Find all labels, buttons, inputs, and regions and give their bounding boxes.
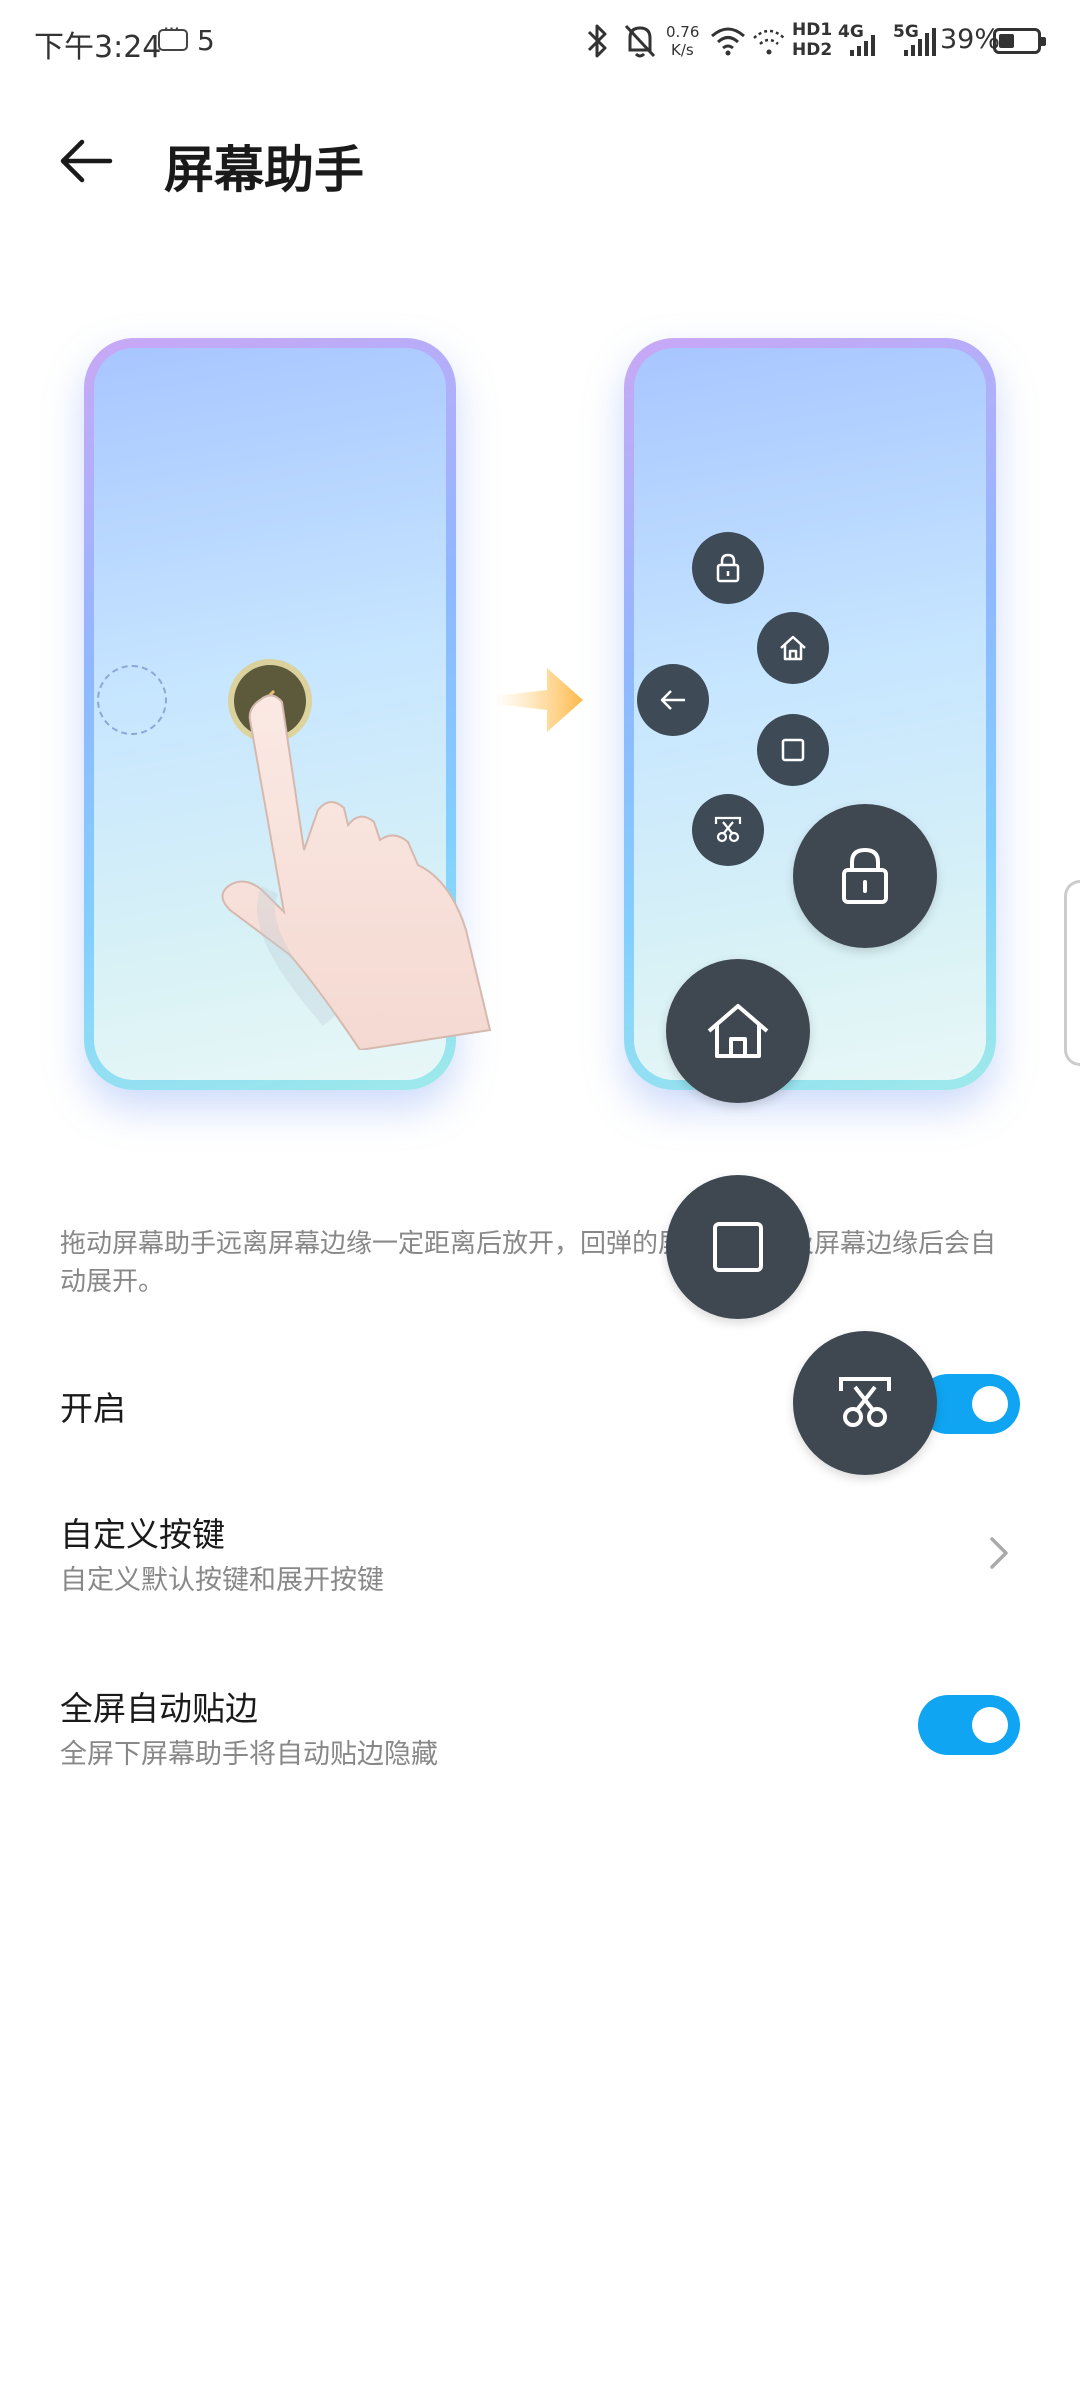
recents-icon — [781, 738, 805, 762]
dashed-circle-target — [97, 665, 167, 735]
floating-screenshot-button[interactable] — [793, 1331, 937, 1475]
illustration — [0, 320, 1080, 1120]
net-speed-value: 0.76 — [666, 23, 700, 41]
net-speed-unit: K/s — [671, 41, 694, 59]
back-arrow-icon — [60, 139, 113, 183]
hd2-label: HD2 — [792, 40, 833, 60]
home-icon — [780, 635, 806, 661]
auto-edge-toggle[interactable] — [918, 1695, 1020, 1755]
setting-row-custom-keys[interactable]: 自定义按键 自定义默认按键和展开按键 — [0, 1480, 1080, 1630]
battery-icon — [993, 28, 1046, 54]
battery-percent: 39% — [940, 24, 1001, 55]
recents-icon — [713, 1222, 763, 1272]
assistant-edge-handle[interactable] — [1064, 880, 1080, 1066]
signal-1-icon — [850, 35, 875, 56]
back-button[interactable] — [56, 136, 136, 200]
wifi6-icon — [753, 29, 785, 55]
floating-recents-button[interactable] — [666, 1175, 810, 1319]
signal-2-icon — [904, 28, 936, 56]
mini-home — [757, 612, 829, 684]
bluetooth-icon — [587, 24, 607, 58]
mini-recents — [757, 714, 829, 786]
status-time: 下午3:24 — [34, 30, 162, 65]
screenshot-icon — [839, 1377, 891, 1427]
custom-keys-label: 自定义按键 — [60, 1515, 225, 1554]
hd1-label: HD1 — [792, 20, 833, 40]
lock-icon — [842, 847, 888, 904]
page-title: 屏幕助手 — [164, 141, 364, 199]
enable-label: 开启 — [60, 1389, 126, 1428]
floating-lock-button[interactable] — [793, 804, 937, 948]
screenshot-icon — [714, 816, 742, 843]
mute-bell-icon — [624, 24, 656, 58]
feature-description: 拖动屏幕助手远离屏幕边缘一定距离后放开，回弹的屏幕助手触及屏幕边缘后会自动展开。 — [60, 1229, 997, 1297]
wifi-icon — [711, 27, 745, 56]
lock-icon — [716, 553, 740, 583]
status-bar: 下午3:24 5 0.76 K/s HD1 HD2 4G 5G 39% — [0, 0, 1080, 84]
auto-edge-sublabel: 全屏下屏幕助手将自动贴边隐藏 — [60, 1739, 438, 1770]
floating-home-button[interactable] — [666, 959, 810, 1103]
hand-illustration — [221, 694, 492, 1050]
mini-back — [637, 664, 709, 736]
transition-arrow-icon — [495, 668, 583, 732]
back-icon — [660, 690, 685, 710]
custom-keys-sublabel: 自定义默认按键和展开按键 — [60, 1565, 384, 1596]
auto-edge-label: 全屏自动贴边 — [60, 1689, 258, 1728]
message-icon — [158, 17, 188, 51]
mini-screenshot — [692, 794, 764, 866]
notification-count: 5 — [197, 24, 215, 57]
home-icon — [707, 1004, 769, 1058]
mini-lock — [692, 532, 764, 604]
chevron-right-icon — [990, 1537, 1008, 1569]
